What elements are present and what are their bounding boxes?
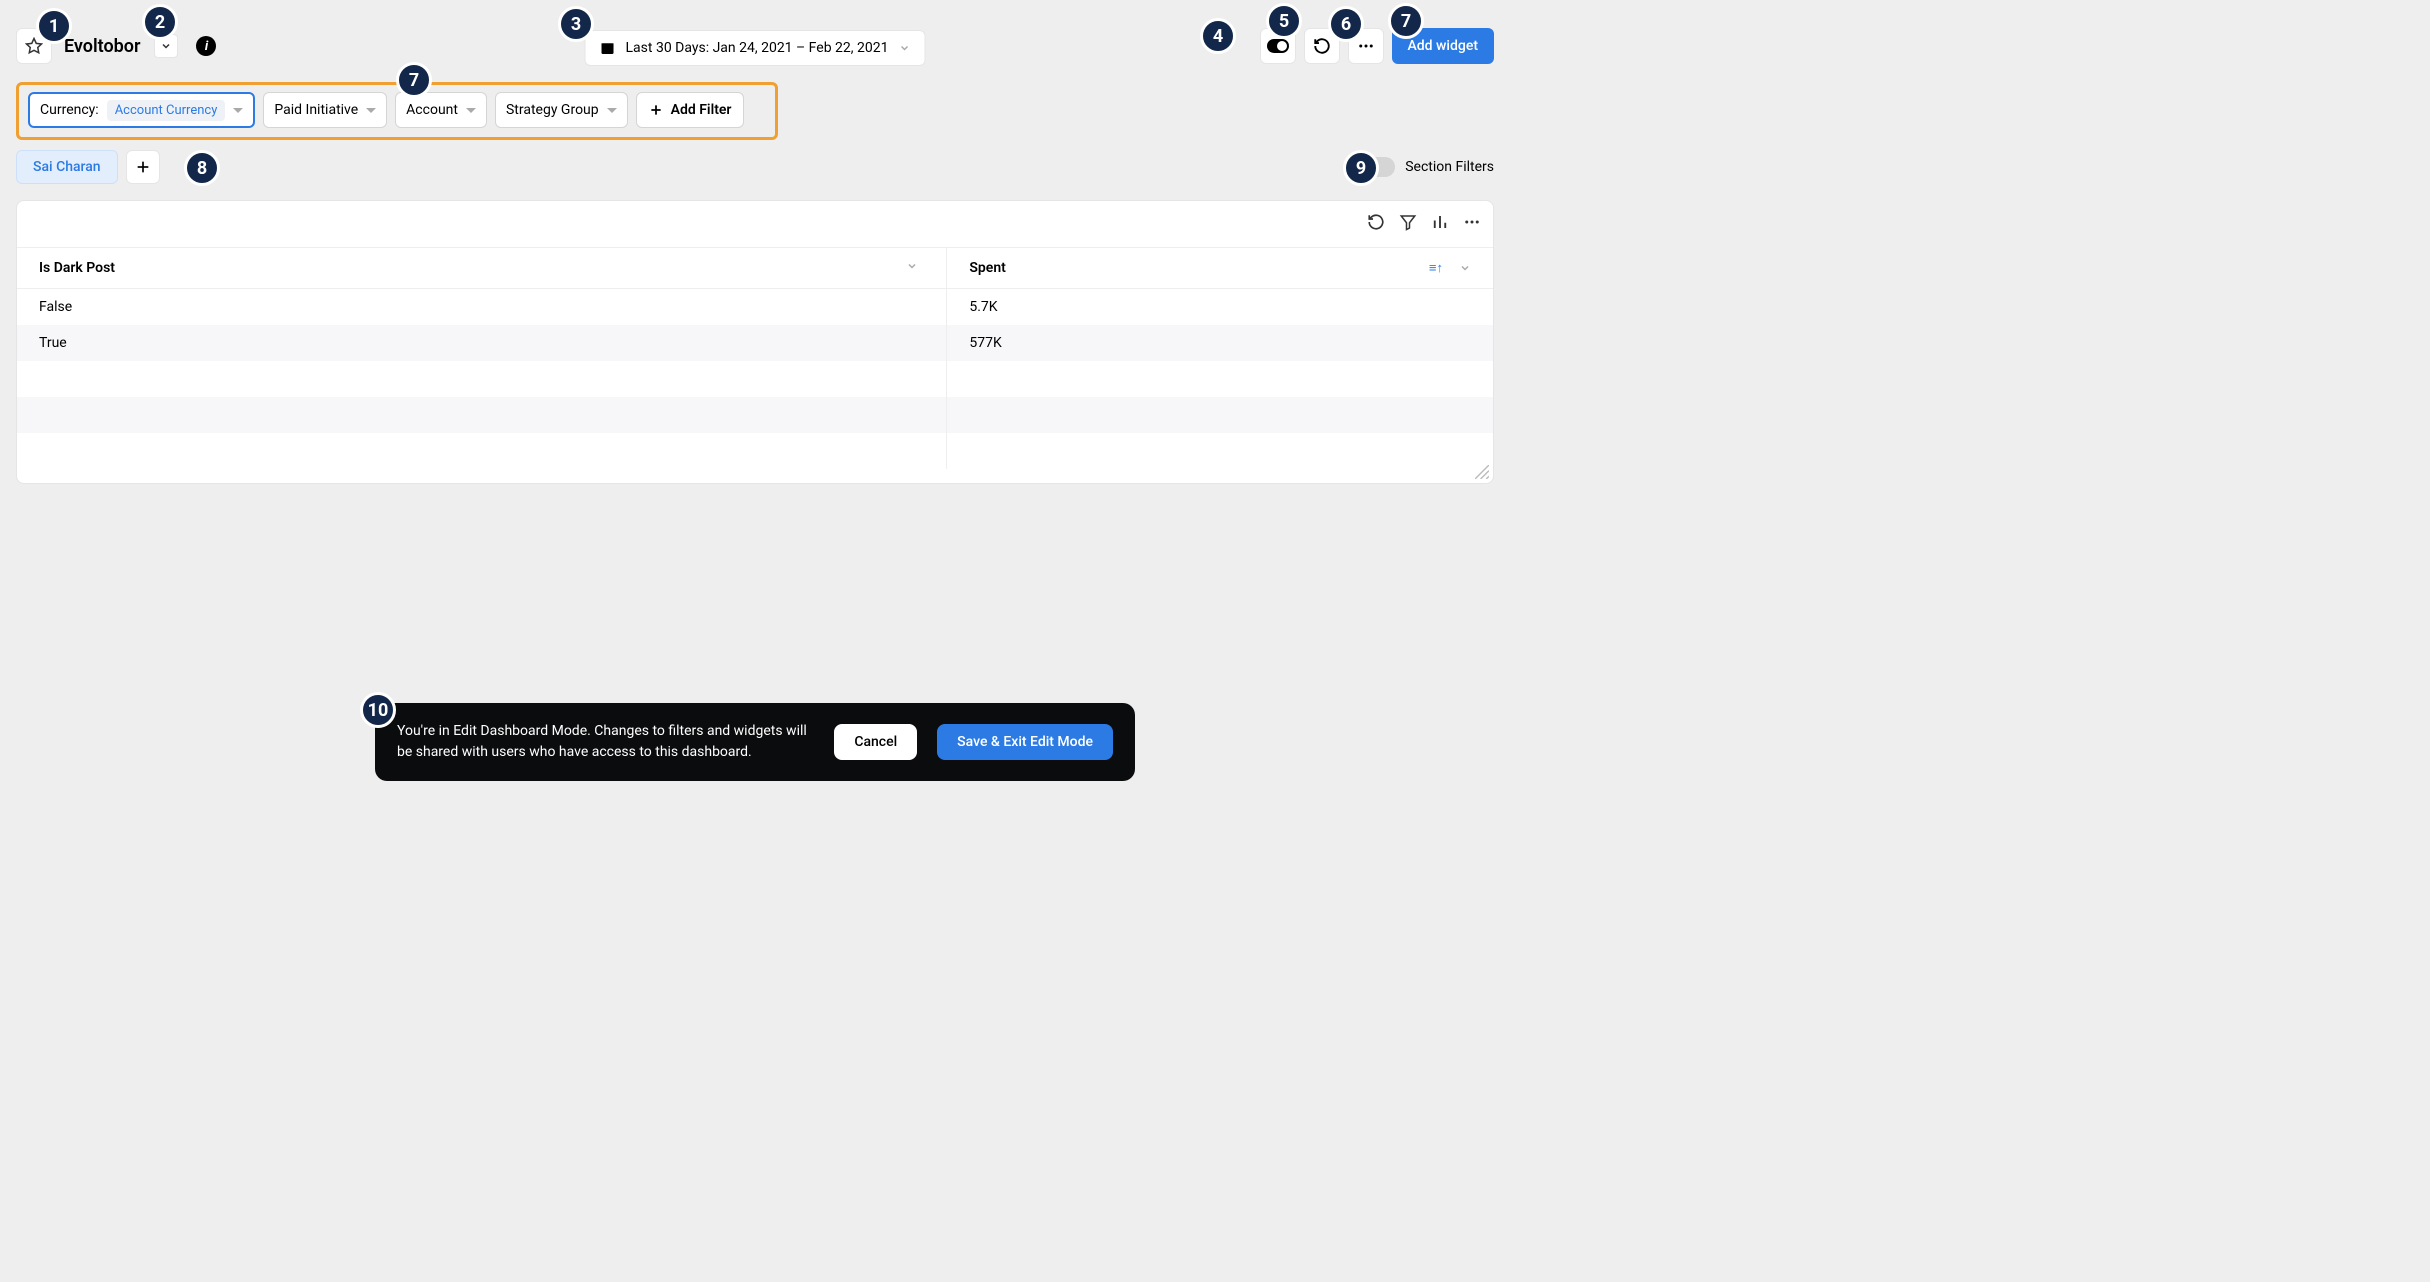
add-section-button[interactable] [126, 150, 160, 184]
dashboard-title: Evoltobor [64, 36, 140, 57]
currency-filter-label: Currency: [40, 102, 99, 118]
filter-label: Account [406, 102, 458, 118]
callout-10: 10 [360, 692, 396, 728]
table-widget: Is Dark Post Spent ≡↑ False 5.7K True [16, 200, 1494, 484]
widget-more-button[interactable] [1463, 213, 1481, 231]
plus-icon [135, 159, 151, 175]
section-tab[interactable]: Sai Charan [16, 150, 118, 184]
chevron-down-icon [160, 40, 172, 52]
table-row [17, 433, 1493, 469]
callout-2: 2 [142, 4, 178, 40]
cell-spent: 5.7K [947, 289, 1493, 326]
callout-5: 5 [1266, 3, 1302, 39]
callout-3: 3 [558, 6, 594, 42]
callout-8: 8 [184, 150, 220, 186]
add-filter-label: Add Filter [671, 102, 732, 118]
chevron-down-icon [898, 42, 910, 54]
filter-label: Strategy Group [506, 102, 599, 118]
theme-toggle-icon [1267, 39, 1289, 53]
callout-4: 4 [1200, 18, 1236, 54]
star-icon [25, 37, 43, 55]
widget-filter-button[interactable] [1399, 213, 1417, 231]
filter-paid-initiative[interactable]: Paid Initiative [263, 92, 387, 128]
callout-6: 6 [1328, 6, 1364, 42]
section-right: Section Filters [1359, 157, 1494, 177]
section-filters-label: Section Filters [1405, 159, 1494, 175]
column-header-is-dark-post[interactable]: Is Dark Post [17, 248, 947, 289]
widget-chart-button[interactable] [1431, 213, 1449, 231]
caret-down-icon [607, 108, 617, 113]
cancel-button[interactable]: Cancel [834, 724, 917, 760]
add-filter-button[interactable]: Add Filter [636, 92, 745, 128]
table-row [17, 397, 1493, 433]
section-tab-label: Sai Charan [33, 159, 101, 175]
table-row[interactable]: False 5.7K [17, 289, 1493, 326]
date-range-text: Last 30 Days: Jan 24, 2021 – Feb 22, 202… [626, 40, 889, 56]
plus-icon [649, 103, 663, 117]
caret-down-icon [366, 108, 376, 113]
callout-9: 9 [1343, 150, 1379, 186]
resize-handle-icon[interactable] [1475, 465, 1489, 479]
column-header-spent[interactable]: Spent ≡↑ [947, 248, 1493, 289]
callout-7a: 7 [1388, 3, 1424, 39]
table-row[interactable]: True 577K [17, 325, 1493, 361]
filters-bar: Currency: Account Currency Paid Initiati… [16, 82, 1494, 138]
widget-toolbar [1367, 213, 1481, 231]
widget-refresh-button[interactable] [1367, 213, 1385, 231]
cell-is-dark-post: False [17, 289, 947, 326]
data-table: Is Dark Post Spent ≡↑ False 5.7K True [17, 247, 1493, 469]
cell-is-dark-post: True [17, 325, 947, 361]
chevron-down-icon [906, 260, 918, 272]
more-horizontal-icon [1357, 37, 1375, 55]
calendar-icon [600, 40, 616, 56]
filter-strategy-group[interactable]: Strategy Group [495, 92, 628, 128]
section-row: Sai Charan Section Filters [0, 138, 1510, 196]
date-range-picker[interactable]: Last 30 Days: Jan 24, 2021 – Feb 22, 202… [585, 30, 926, 66]
refresh-icon [1313, 37, 1331, 55]
currency-filter[interactable]: Currency: Account Currency [28, 92, 255, 128]
callout-7b: 7 [396, 62, 432, 98]
table-row [17, 361, 1493, 397]
caret-down-icon [466, 108, 476, 113]
save-exit-button[interactable]: Save & Exit Edit Mode [937, 724, 1113, 760]
chevron-down-icon [1459, 262, 1471, 274]
toast-message: You're in Edit Dashboard Mode. Changes t… [397, 721, 814, 763]
edit-mode-toast: You're in Edit Dashboard Mode. Changes t… [375, 703, 1135, 781]
currency-filter-value: Account Currency [107, 100, 226, 121]
cell-spent: 577K [947, 325, 1493, 361]
filter-label: Paid Initiative [274, 102, 358, 118]
table-header-row: Is Dark Post Spent ≡↑ [17, 248, 1493, 289]
info-icon[interactable]: i [196, 36, 216, 56]
callout-1: 1 [36, 8, 72, 44]
sort-asc-icon: ≡↑ [1429, 260, 1443, 276]
caret-down-icon [233, 108, 243, 113]
